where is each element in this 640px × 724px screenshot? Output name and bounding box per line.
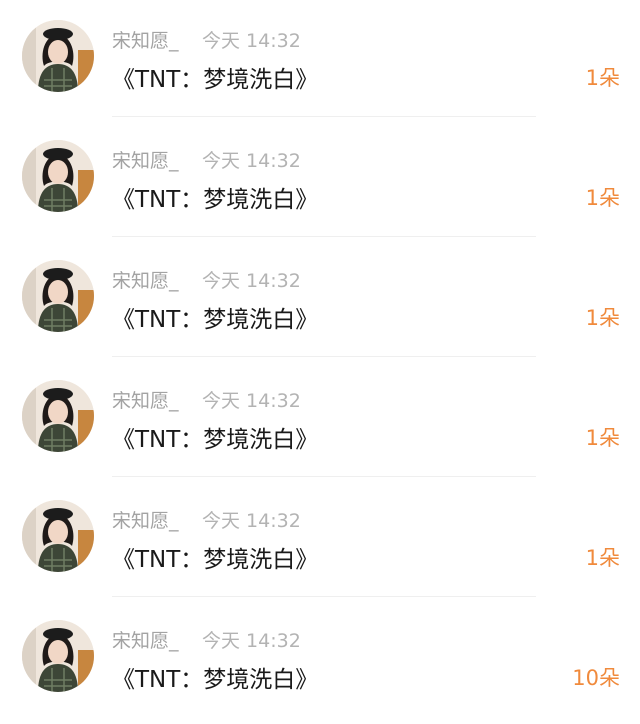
list-item[interactable]: 宋知愿_ 今天 14:32 《TNT：梦境洗白》 1朵 [0,360,640,480]
avatar[interactable] [22,620,94,692]
timestamp: 今天 14:32 [202,30,301,52]
gift-record-list: 宋知愿_ 今天 14:32 《TNT：梦境洗白》 1朵 宋知愿_ 今天 14:3… [0,0,640,724]
flower-count: 1朵 [585,546,620,570]
divider [112,596,536,597]
message-text: 《TNT：梦境洗白》 [112,667,319,693]
divider [112,476,536,477]
user-avatar-icon [22,140,94,212]
list-item[interactable]: 宋知愿_ 今天 14:32 《TNT：梦境洗白》 1朵 [0,120,640,240]
username[interactable]: 宋知愿_ [112,506,179,533]
flower-count: 1朵 [585,66,620,90]
user-avatar-icon [22,20,94,92]
username[interactable]: 宋知愿_ [112,626,179,653]
timestamp: 今天 14:32 [202,390,301,412]
list-item[interactable]: 宋知愿_ 今天 14:32 《TNT：梦境洗白》 10朵 [0,600,640,720]
user-avatar-icon [22,260,94,332]
timestamp: 今天 14:32 [202,150,301,172]
list-item[interactable]: 宋知愿_ 今天 14:32 《TNT：梦境洗白》 1朵 [0,480,640,600]
list-item[interactable]: 宋知愿_ 今天 14:32 《TNT：梦境洗白》 1朵 [0,0,640,120]
avatar[interactable] [22,500,94,572]
avatar[interactable] [22,140,94,212]
divider [112,356,536,357]
timestamp: 今天 14:32 [202,270,301,292]
avatar[interactable] [22,260,94,332]
divider [112,236,536,237]
user-avatar-icon [22,500,94,572]
divider [112,116,536,117]
username[interactable]: 宋知愿_ [112,266,179,293]
flower-count: 1朵 [585,186,620,210]
user-avatar-icon [22,380,94,452]
message-text: 《TNT：梦境洗白》 [112,427,319,453]
flower-count: 1朵 [585,306,620,330]
user-avatar-icon [22,620,94,692]
flower-count: 1朵 [585,426,620,450]
message-text: 《TNT：梦境洗白》 [112,67,319,93]
username[interactable]: 宋知愿_ [112,386,179,413]
avatar[interactable] [22,20,94,92]
message-text: 《TNT：梦境洗白》 [112,547,319,573]
timestamp: 今天 14:32 [202,510,301,532]
username[interactable]: 宋知愿_ [112,26,179,53]
message-text: 《TNT：梦境洗白》 [112,187,319,213]
list-item[interactable]: 宋知愿_ 今天 14:32 《TNT：梦境洗白》 1朵 [0,240,640,360]
timestamp: 今天 14:32 [202,630,301,652]
message-text: 《TNT：梦境洗白》 [112,307,319,333]
avatar[interactable] [22,380,94,452]
flower-count: 10朵 [572,666,620,690]
username[interactable]: 宋知愿_ [112,146,179,173]
